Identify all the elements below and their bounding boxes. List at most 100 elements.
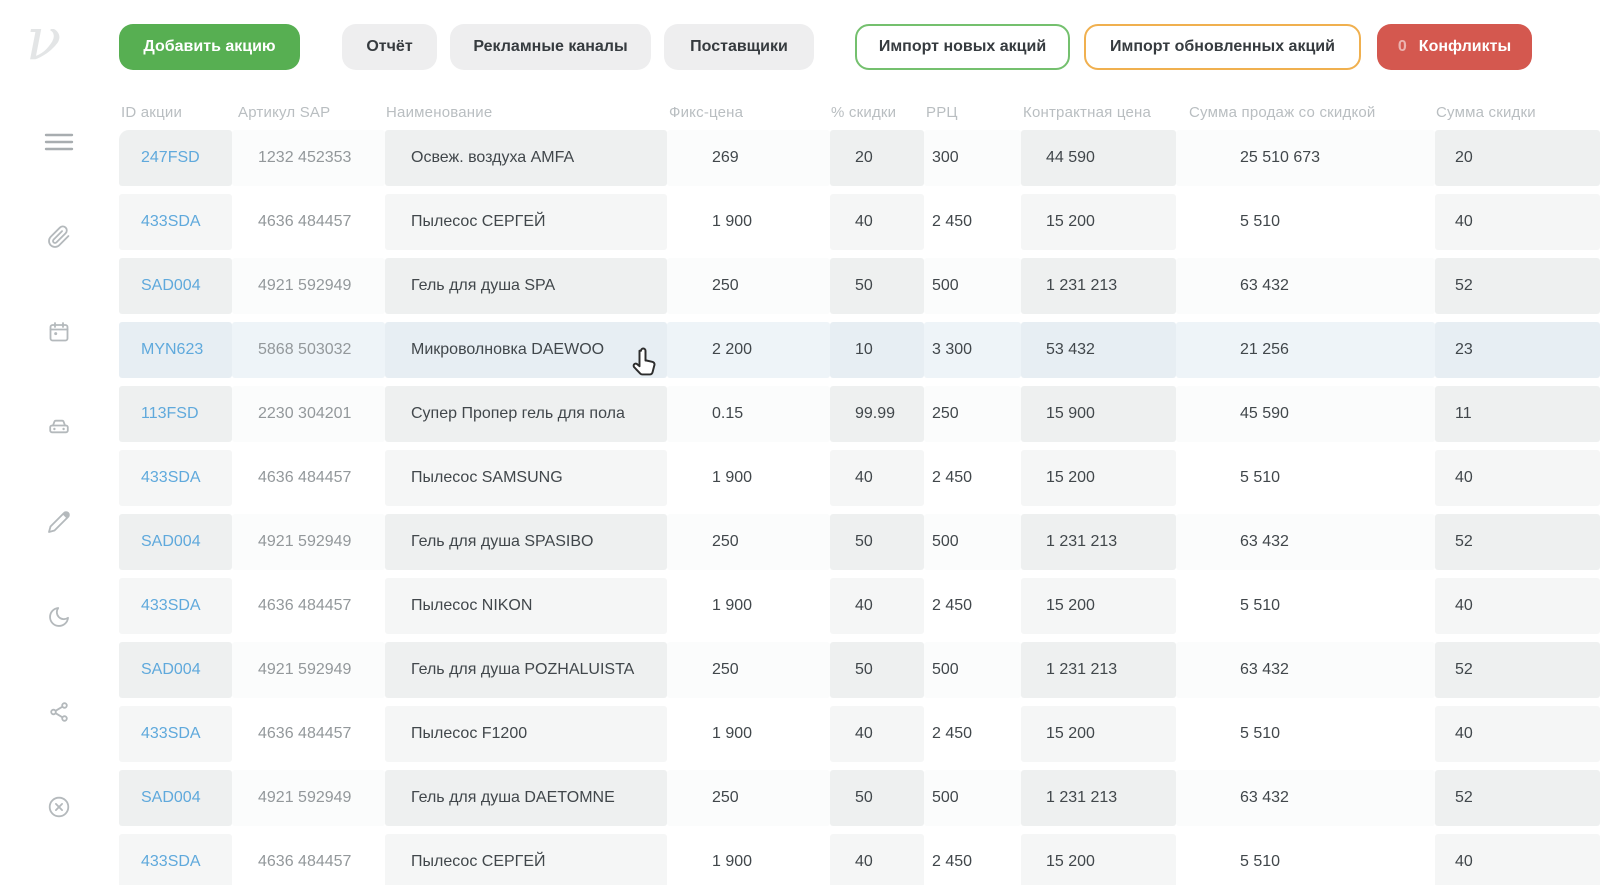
add-promo-button[interactable]: Добавить акцию <box>119 24 300 70</box>
cell-rrc: 250 <box>924 386 1021 442</box>
cell-rrc: 2 450 <box>924 194 1021 250</box>
table-row[interactable]: SAD0044921 592949Гель для душа POZHALUIS… <box>119 642 1600 698</box>
table-row[interactable]: 113FSD2230 304201Супер Пропер гель для п… <box>119 386 1600 442</box>
cell-sap: 4921 592949 <box>232 514 385 570</box>
table-row[interactable]: SAD0044921 592949Гель для душа DAETOMNE2… <box>119 770 1600 826</box>
cell-discount: 40 <box>1435 450 1600 506</box>
cell-contract: 53 432 <box>1021 322 1176 378</box>
cell-id[interactable]: 433SDA <box>119 578 232 634</box>
cell-name: Гель для душа POZHALUISTA <box>385 642 667 698</box>
conflicts-button-label: Конфликты <box>1419 38 1511 56</box>
cell-id[interactable]: SAD004 <box>119 770 232 826</box>
cell-rrc: 500 <box>924 770 1021 826</box>
cell-rrc: 2 450 <box>924 706 1021 762</box>
cell-sales: 5 510 <box>1176 706 1435 762</box>
cell-pct: 50 <box>830 770 924 826</box>
cell-sales: 21 256 <box>1176 322 1435 378</box>
cell-contract: 15 900 <box>1021 386 1176 442</box>
cell-contract: 15 200 <box>1021 706 1176 762</box>
table-row[interactable]: SAD0044921 592949Гель для душа SPA250505… <box>119 258 1600 314</box>
cell-sales: 5 510 <box>1176 578 1435 634</box>
cell-pct: 99.99 <box>830 386 924 442</box>
table-row[interactable]: SAD0044921 592949Гель для душа SPASIBO25… <box>119 514 1600 570</box>
table-row[interactable]: 433SDA4636 484457Пылесос NIKON1 900402 4… <box>119 578 1600 634</box>
attachment-icon[interactable] <box>47 225 71 249</box>
cell-sales: 63 432 <box>1176 258 1435 314</box>
cell-rrc: 500 <box>924 642 1021 698</box>
cell-rrc: 500 <box>924 514 1021 570</box>
cell-name: Пылесос СЕРГЕЙ <box>385 194 667 250</box>
cell-id[interactable]: MYN623 <box>119 322 232 378</box>
col-header-discount: Сумма скидки <box>1435 104 1600 121</box>
cell-contract: 1 231 213 <box>1021 642 1176 698</box>
cell-rrc: 500 <box>924 258 1021 314</box>
col-header-sales: Сумма продаж со скидкой <box>1176 104 1435 121</box>
cell-sap: 4636 484457 <box>232 834 385 885</box>
cell-id[interactable]: 433SDA <box>119 194 232 250</box>
cell-id[interactable]: SAD004 <box>119 514 232 570</box>
conflicts-count-badge: 0 <box>1398 38 1407 56</box>
cell-pct: 40 <box>830 194 924 250</box>
cell-name: Пылесос F1200 <box>385 706 667 762</box>
cell-id[interactable]: 433SDA <box>119 834 232 885</box>
ad-channels-button[interactable]: Рекламные каналы <box>450 24 651 70</box>
cell-discount: 52 <box>1435 514 1600 570</box>
cell-name: Пылесос SAMSUNG <box>385 450 667 506</box>
cell-contract: 15 200 <box>1021 578 1176 634</box>
calendar-icon[interactable] <box>47 320 71 344</box>
table-row[interactable]: 433SDA4636 484457Пылесос SAMSUNG1 900402… <box>119 450 1600 506</box>
cell-pct: 50 <box>830 514 924 570</box>
dark-mode-icon[interactable] <box>47 605 71 629</box>
cell-fix: 1 900 <box>667 194 830 250</box>
cell-name: Микроволновка DAEWOO <box>385 322 667 378</box>
cell-discount: 40 <box>1435 194 1600 250</box>
toolbar: Добавить акцию Отчёт Рекламные каналы По… <box>119 24 1532 70</box>
cell-contract: 15 200 <box>1021 194 1176 250</box>
cell-discount: 40 <box>1435 706 1600 762</box>
cell-discount: 40 <box>1435 834 1600 885</box>
menu-icon[interactable] <box>44 130 74 154</box>
conflicts-button[interactable]: 0 Конфликты <box>1377 24 1532 70</box>
cell-id[interactable]: 433SDA <box>119 450 232 506</box>
cell-pct: 40 <box>830 450 924 506</box>
cell-discount: 11 <box>1435 386 1600 442</box>
cell-sales: 63 432 <box>1176 770 1435 826</box>
cell-fix: 1 900 <box>667 834 830 885</box>
cell-rrc: 2 450 <box>924 834 1021 885</box>
cell-id[interactable]: SAD004 <box>119 258 232 314</box>
table-row[interactable]: 247FSD1232 452353Освеж. воздуха AMFA2692… <box>119 130 1600 186</box>
car-icon[interactable] <box>47 415 71 439</box>
report-button[interactable]: Отчёт <box>342 24 437 70</box>
cell-discount: 52 <box>1435 642 1600 698</box>
cell-id[interactable]: 113FSD <box>119 386 232 442</box>
import-new-promos-button[interactable]: Импорт новых акций <box>855 24 1070 70</box>
table-row[interactable]: 433SDA4636 484457Пылесос F12001 900402 4… <box>119 706 1600 762</box>
cell-id[interactable]: 433SDA <box>119 706 232 762</box>
cell-sap: 2230 304201 <box>232 386 385 442</box>
import-updated-promos-button[interactable]: Импорт обновленных акций <box>1084 24 1361 70</box>
edit-icon[interactable] <box>47 510 71 534</box>
table-row[interactable]: 433SDA4636 484457Пылесос СЕРГЕЙ1 900402 … <box>119 834 1600 885</box>
suppliers-button[interactable]: Поставщики <box>664 24 814 70</box>
close-circle-icon[interactable] <box>47 795 71 819</box>
table-row[interactable]: 433SDA4636 484457Пылесос СЕРГЕЙ1 900402 … <box>119 194 1600 250</box>
cell-sales: 63 432 <box>1176 642 1435 698</box>
cell-name: Гель для душа DAETOMNE <box>385 770 667 826</box>
col-header-sap: Артикул SAP <box>232 104 385 121</box>
cell-contract: 1 231 213 <box>1021 770 1176 826</box>
cell-id[interactable]: SAD004 <box>119 642 232 698</box>
cell-id[interactable]: 247FSD <box>119 130 232 186</box>
table-row[interactable]: MYN6235868 503032Микроволновка DAEWOO2 2… <box>119 322 1600 378</box>
table-body: 247FSD1232 452353Освеж. воздуха AMFA2692… <box>119 130 1600 885</box>
promo-table: ID акцииАртикул SAPНаименованиеФикс-цена… <box>119 95 1600 885</box>
cell-rrc: 2 450 <box>924 450 1021 506</box>
cell-name: Гель для душа SPASIBO <box>385 514 667 570</box>
cell-pct: 50 <box>830 258 924 314</box>
share-icon[interactable] <box>47 700 71 724</box>
col-header-rrc: РРЦ <box>924 104 1021 121</box>
cell-sales: 5 510 <box>1176 450 1435 506</box>
cell-fix: 1 900 <box>667 578 830 634</box>
cell-contract: 15 200 <box>1021 450 1176 506</box>
col-header-contract: Контрактная цена <box>1021 104 1176 121</box>
cell-sap: 4921 592949 <box>232 770 385 826</box>
